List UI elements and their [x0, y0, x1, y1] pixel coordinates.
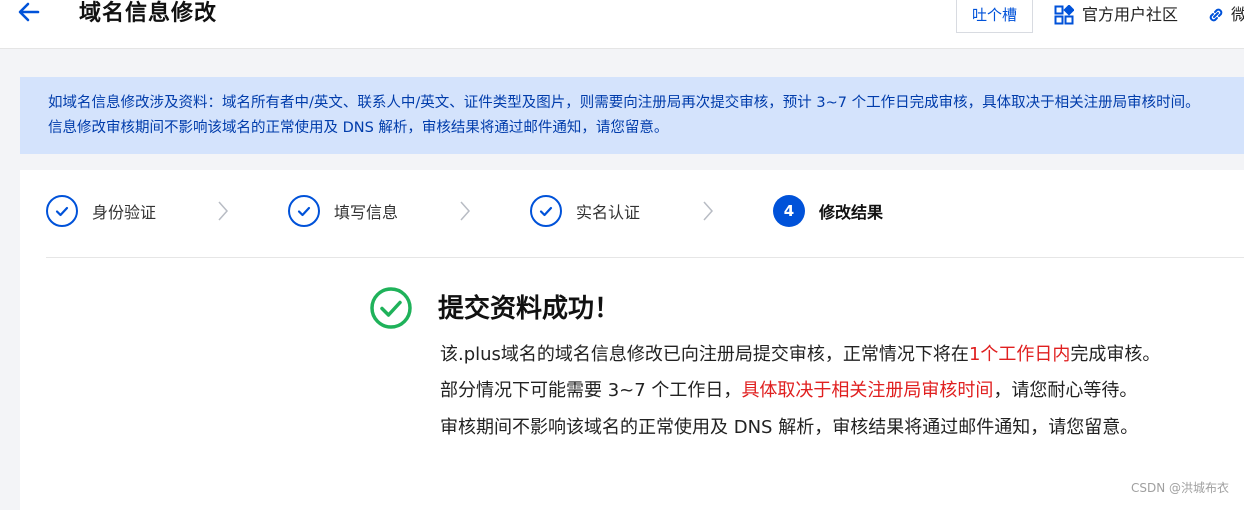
result-text: ，请您耐心等待。 [993, 380, 1138, 401]
progress-steps: 身份验证 填写信息 实名认证 4 修改结果 [20, 170, 1244, 257]
result-text: 部分情况下可能需要 3~7 个工作日， [440, 380, 742, 401]
step-label: 实名认证 [576, 203, 641, 222]
step-fill-info: 填写信息 [288, 193, 398, 229]
step-identity: 身份验证 [46, 193, 156, 229]
highlight-text: 1个工作日内 [968, 344, 1071, 365]
result-title: 提交资料成功！ [438, 294, 621, 324]
result-line-3: 审核期间不影响该域名的正常使用及 DNS 解析，审核结果将通过邮件通知，请您留意… [440, 417, 1139, 438]
result-card: 身份验证 填写信息 实名认证 4 修改结果 提交资料成功！ 该.plus域名的域… [20, 170, 1244, 510]
notice-line-1: 如域名信息修改涉及资料：域名所有者中/英文、联系人中/英文、证件类型及图片，则需… [48, 95, 1200, 111]
result-text: 完成审核。 [1070, 344, 1161, 365]
info-notice: 如域名信息修改涉及资料：域名所有者中/英文、联系人中/英文、证件类型及图片，则需… [20, 77, 1244, 154]
step-label: 身份验证 [92, 203, 157, 222]
result-line-1: 该.plus域名的域名信息修改已向注册局提交审核，正常情况下将在1个工作日内完成… [440, 343, 1160, 367]
result-line-2: 部分情况下可能需要 3~7 个工作日，具体取决于相关注册局审核时间，请您耐心等待… [440, 379, 1137, 403]
grid-apps-icon [1054, 5, 1074, 25]
chevron-right-icon [703, 201, 714, 221]
community-link-label: 官方用户社区 [1082, 5, 1179, 24]
chevron-right-icon [460, 201, 471, 221]
step-check-icon [530, 195, 562, 227]
top-header: 域名信息修改 吐个槽 官方用户社区 微 [0, 0, 1244, 49]
link-icon [1209, 8, 1223, 22]
back-arrow-icon[interactable] [16, 0, 42, 26]
step-real-name: 实名认证 [530, 193, 640, 229]
page-title: 域名信息修改 [79, 1, 218, 26]
watermark: CSDN @洪城布衣 [1131, 481, 1230, 495]
step-result: 4 修改结果 [773, 193, 883, 229]
wechat-link-label: 微 [1231, 5, 1244, 24]
step-check-icon [46, 195, 78, 227]
step-label: 修改结果 [819, 203, 884, 222]
wechat-link[interactable]: 微 [1207, 0, 1244, 30]
step-check-icon [288, 195, 320, 227]
step-number-badge: 4 [773, 195, 805, 227]
steps-divider [46, 257, 1244, 258]
chevron-right-icon [218, 201, 229, 221]
result-text: 该.plus域名的域名信息修改已向注册局提交审核，正常情况下将在 [440, 344, 969, 365]
community-link[interactable]: 官方用户社区 [1054, 0, 1178, 30]
feedback-button[interactable]: 吐个槽 [956, 0, 1033, 33]
notice-line-2: 信息修改审核期间不影响该域名的正常使用及 DNS 解析，审核结果将通过邮件通知，… [48, 120, 669, 136]
highlight-text: 具体取决于相关注册局审核时间 [741, 380, 994, 401]
step-label: 填写信息 [334, 203, 399, 222]
success-check-icon [370, 287, 412, 329]
